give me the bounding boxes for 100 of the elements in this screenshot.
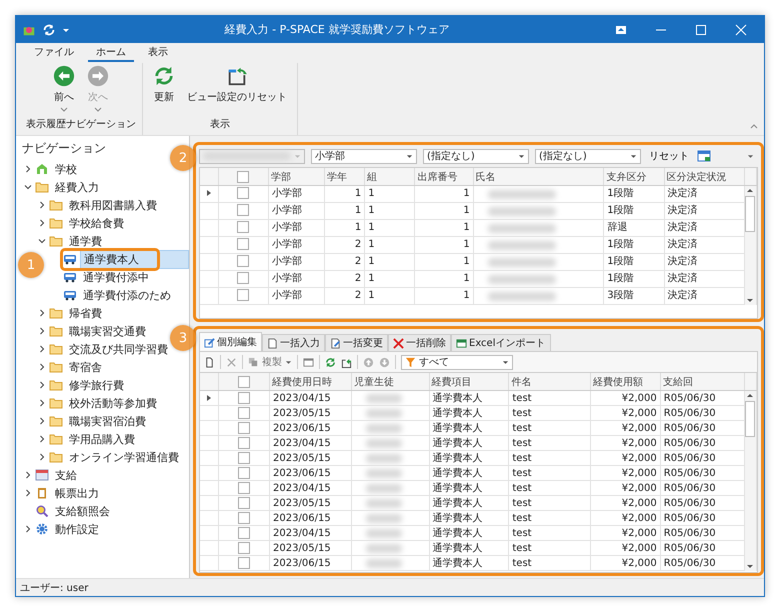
row-checkbox[interactable] <box>238 496 250 509</box>
expander-icon[interactable] <box>38 363 46 371</box>
scrollbar[interactable] <box>744 186 756 304</box>
column-header[interactable]: 経費使用額 <box>590 373 660 390</box>
tree-item[interactable]: オンライン学習通信費 <box>66 448 182 466</box>
row-checkbox[interactable] <box>237 255 250 268</box>
scroll-up-icon[interactable] <box>746 393 754 398</box>
window-icon[interactable] <box>303 356 314 368</box>
expander-icon[interactable] <box>38 399 46 407</box>
expander-icon[interactable] <box>24 165 32 173</box>
row-header[interactable] <box>200 186 218 202</box>
filter-dropdown[interactable]: すべて <box>401 354 513 370</box>
dropdown-field[interactable] <box>199 148 305 164</box>
expander-icon[interactable] <box>38 453 46 461</box>
column-header[interactable]: 支給回 <box>660 373 744 390</box>
tree-item[interactable]: 学校給食費 <box>66 214 127 232</box>
expander-icon[interactable] <box>38 201 46 209</box>
expander-icon[interactable] <box>24 471 32 479</box>
tree-item[interactable]: 経費入力 <box>52 178 102 196</box>
tree-item[interactable]: 交流及び共同学習費 <box>66 340 171 358</box>
scroll-up-icon[interactable] <box>746 188 754 193</box>
tree-item[interactable]: 支給 <box>52 466 80 484</box>
new-icon[interactable] <box>204 356 215 368</box>
row-checkbox[interactable] <box>238 422 250 434</box>
column-header[interactable]: 支弁区分 <box>604 168 664 186</box>
reset-button[interactable]: リセット <box>647 149 691 163</box>
column-header[interactable]: 児童生徒 <box>351 373 430 390</box>
row-checkbox[interactable] <box>237 272 250 284</box>
column-header[interactable]: 出席番号 <box>414 168 474 186</box>
expander-icon[interactable] <box>38 327 46 335</box>
tab[interactable]: 個別編集 <box>199 332 262 351</box>
row-checkbox[interactable] <box>238 436 250 449</box>
tree-item[interactable]: 職場実習交通費 <box>66 322 149 340</box>
tab[interactable]: Excelインポート <box>451 334 550 351</box>
row-header[interactable] <box>200 390 218 406</box>
column-header[interactable]: 件名 <box>508 373 591 390</box>
row-checkbox[interactable] <box>238 466 250 479</box>
expander-icon[interactable] <box>24 183 32 191</box>
tree-item[interactable]: 通学費 <box>66 232 105 250</box>
column-header[interactable]: 経費使用日時 <box>270 373 352 390</box>
ribbon-button[interactable]: 前へ <box>49 63 79 117</box>
copy-button[interactable]: 複製 <box>248 355 292 369</box>
tree-item[interactable]: 職場実習宿泊費 <box>66 412 149 430</box>
export-icon[interactable] <box>341 356 352 368</box>
maximize-icon[interactable] <box>695 24 707 36</box>
dropdown-field[interactable]: 小学部 <box>311 148 417 164</box>
move-up-icon[interactable] <box>363 356 374 368</box>
ribbon-button[interactable]: ビュー設定のリセット <box>183 63 291 117</box>
row-checkbox[interactable] <box>238 482 250 494</box>
column-header[interactable]: 学部 <box>268 168 325 186</box>
layout-icon[interactable] <box>697 150 711 162</box>
tree-item[interactable]: 学用品購入費 <box>66 430 138 448</box>
tree-item[interactable]: 寄宿舎 <box>66 358 105 376</box>
expander-icon[interactable] <box>38 381 46 389</box>
collapse-ribbon-icon[interactable] <box>750 124 758 129</box>
select-all-checkbox[interactable] <box>238 376 250 388</box>
tree-item[interactable]: 修学旅行費 <box>66 376 127 394</box>
ribbon-tab[interactable]: ファイル <box>26 44 82 62</box>
tab[interactable]: 一括変更 <box>325 334 388 351</box>
row-checkbox[interactable] <box>237 238 250 250</box>
row-checkbox[interactable] <box>238 406 250 419</box>
row-checkbox[interactable] <box>237 204 250 216</box>
tree-item[interactable]: 通学費本人 <box>80 250 189 268</box>
scrollbar[interactable] <box>744 391 756 570</box>
column-header[interactable]: 経費項目 <box>429 373 509 390</box>
refresh-icon[interactable] <box>325 356 336 368</box>
row-checkbox[interactable] <box>237 221 250 234</box>
move-down-icon[interactable] <box>379 356 390 368</box>
row-checkbox[interactable] <box>238 512 250 524</box>
column-header[interactable]: 区分決定状況 <box>664 168 744 186</box>
expander-icon[interactable] <box>38 237 46 245</box>
tab[interactable]: 一括削除 <box>388 334 451 351</box>
column-header[interactable]: 学年 <box>324 168 365 186</box>
scroll-thumb[interactable] <box>745 196 756 232</box>
expander-icon[interactable] <box>24 489 32 497</box>
ribbon-tab[interactable]: 表示 <box>140 44 176 62</box>
expander-icon[interactable] <box>38 435 46 443</box>
row-checkbox[interactable] <box>237 289 250 302</box>
column-header[interactable]: 氏名 <box>473 168 604 186</box>
column-header[interactable]: 組 <box>364 168 415 186</box>
scroll-thumb[interactable] <box>745 401 756 437</box>
row-checkbox[interactable] <box>238 542 250 554</box>
row-checkbox[interactable] <box>238 392 250 404</box>
tree-item[interactable]: 帰省費 <box>66 304 105 322</box>
tree-item[interactable]: 帳票出力 <box>52 484 102 502</box>
tree-item[interactable]: 教科用図書購入費 <box>66 196 160 214</box>
ribbon-button[interactable]: 更新 <box>149 63 179 117</box>
tree-item[interactable]: 校外活動等参加費 <box>66 394 160 412</box>
scroll-down-icon[interactable] <box>746 564 754 568</box>
expander-icon[interactable] <box>24 525 32 533</box>
close-icon[interactable] <box>735 24 747 36</box>
ribbon-tab[interactable]: ホーム <box>88 44 134 62</box>
dropdown-icon[interactable] <box>747 154 754 158</box>
expander-icon[interactable] <box>38 345 46 353</box>
dropdown-field[interactable]: (指定なし) <box>535 148 641 164</box>
row-checkbox[interactable] <box>238 556 250 569</box>
tree-item[interactable]: 動作設定 <box>52 520 102 538</box>
expander-icon[interactable] <box>38 309 46 317</box>
row-checkbox[interactable] <box>238 526 250 539</box>
delete-icon[interactable] <box>226 356 237 368</box>
